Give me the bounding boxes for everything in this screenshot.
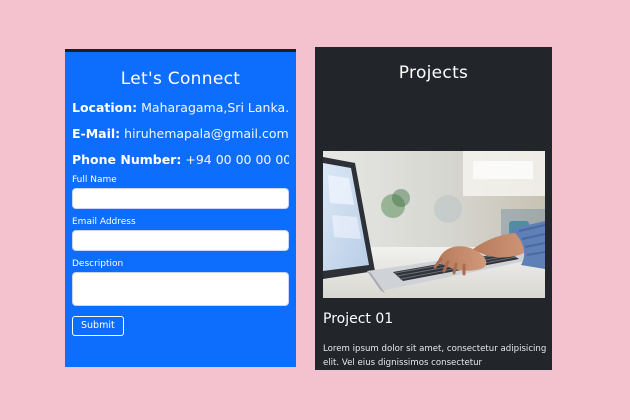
project-description: Lorem ipsum dolor sit amet, consectetur …: [323, 344, 547, 368]
email-value: hiruhemapala@gmail.com: [124, 127, 289, 141]
email-address-label: Email Address: [72, 217, 136, 227]
contact-title: Let's Connect: [120, 69, 241, 89]
email-line: E-Mail: hiruhemapala@gmail.com: [72, 127, 289, 141]
email-label: E-Mail:: [72, 127, 121, 141]
email-address-input[interactable]: [72, 230, 289, 251]
phone-value: +94 00 00 00 00 0: [185, 153, 289, 167]
location-line: Location: Maharagama,Sri Lanka.: [72, 101, 289, 115]
project-title: Project 01: [323, 311, 394, 327]
location-label: Location:: [72, 101, 138, 115]
full-name-input[interactable]: [72, 188, 289, 209]
location-value: Maharagama,Sri Lanka.: [141, 101, 289, 115]
contact-card-top-divider: [65, 49, 296, 52]
phone-label: Phone Number:: [72, 153, 182, 167]
contact-card: Let's Connect Location: Maharagama,Sri L…: [65, 49, 296, 367]
project-image[interactable]: [323, 151, 545, 298]
description-textarea[interactable]: [72, 272, 289, 306]
phone-line: Phone Number: +94 00 00 00 00 0: [72, 153, 289, 167]
full-name-label: Full Name: [72, 175, 117, 185]
description-label: Description: [72, 259, 124, 269]
projects-card: Projects Project 01 Lorem ipsum dolor si…: [315, 47, 552, 370]
contact-form: Full Name Email Address Description Subm…: [72, 175, 289, 336]
submit-button[interactable]: Submit: [72, 316, 124, 336]
projects-title: Projects: [398, 63, 469, 83]
